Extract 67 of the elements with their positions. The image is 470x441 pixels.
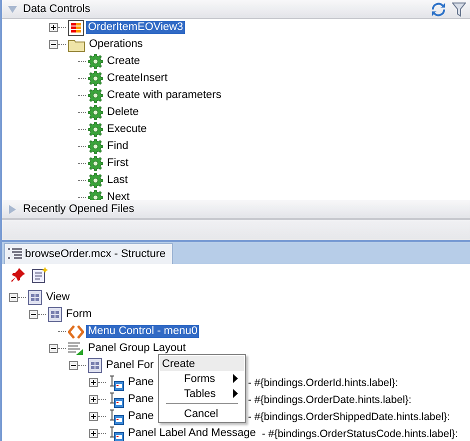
refresh-icon[interactable] <box>431 2 446 16</box>
tree-item[interactable]: Next <box>105 191 132 200</box>
expand-toggle-icon[interactable] <box>89 378 98 387</box>
filter-icon[interactable] <box>452 2 466 16</box>
expand-toggle-icon[interactable] <box>89 412 98 421</box>
panel-title: Data Controls <box>23 3 90 15</box>
menu-item[interactable]: Cancel <box>160 406 244 421</box>
menu-item[interactable]: Tables <box>160 386 244 401</box>
pushpin-icon[interactable] <box>10 267 26 283</box>
binding-expression: - #{bindings.OrderId.hints.label}: <box>248 376 398 388</box>
binding-expression: - #{bindings.OrderDate.hints.label}: <box>248 394 412 406</box>
tree-item[interactable]: Delete <box>105 106 141 119</box>
expand-toggle-icon[interactable] <box>49 23 58 32</box>
gear-icon <box>88 156 103 171</box>
tab-label: browseOrder.mcx - Structure <box>25 248 166 260</box>
tree-item[interactable]: Panel Group Layout <box>86 342 188 355</box>
panel-icon <box>88 358 102 373</box>
tree-item[interactable]: Create with parameters <box>105 89 224 102</box>
tree-item[interactable]: Pane <box>126 410 156 423</box>
panel-header[interactable]: Recently Opened Files <box>2 200 470 219</box>
tree-item[interactable]: Panel For <box>104 359 156 372</box>
panel-icon <box>48 307 62 322</box>
tab[interactable]: browseOrder.mcx - Structure <box>4 243 173 264</box>
text-field-icon <box>108 374 124 390</box>
structure-icon <box>8 248 22 260</box>
tree-item[interactable]: OrderItemEOView3 <box>86 21 186 34</box>
gear-icon <box>88 88 103 103</box>
tree-item[interactable]: View <box>44 291 72 304</box>
expand-toggle-icon[interactable] <box>89 395 98 404</box>
gear-icon <box>88 54 103 69</box>
collapse-toggle-icon[interactable] <box>49 40 58 49</box>
gear-icon <box>88 122 103 137</box>
table-icon <box>68 20 84 36</box>
panel-icon <box>28 290 42 305</box>
tree-item[interactable]: Execute <box>105 123 149 136</box>
text-field-icon <box>108 392 124 408</box>
binding-expression: - #{bindings.OrderShippedDate.hints.label}: <box>248 410 450 422</box>
gear-icon <box>88 173 103 188</box>
gear-icon <box>88 71 103 86</box>
tree-item[interactable]: Pane <box>126 393 156 406</box>
collapse-toggle-icon[interactable] <box>9 293 18 302</box>
expand-toggle-icon[interactable] <box>89 429 98 438</box>
tree-item[interactable]: CreateInsert <box>105 72 170 85</box>
folder-icon <box>68 38 85 52</box>
binding-expression: - #{bindings.OrderStatusCode.hints.label}: <box>262 428 458 440</box>
panel-title: Recently Opened Files <box>23 203 134 215</box>
layout-icon <box>68 341 84 356</box>
panel-header[interactable]: Data Controls <box>2 0 470 19</box>
collapse-toggle-icon[interactable] <box>29 310 38 319</box>
collapse-toggle-icon[interactable] <box>69 361 78 370</box>
tree-item[interactable]: Menu Control - menu0 <box>86 325 200 338</box>
gear-icon <box>88 105 103 120</box>
tree-item[interactable]: Find <box>105 140 130 153</box>
edit-document-icon[interactable] <box>32 267 48 283</box>
menu-item[interactable]: Forms <box>160 371 244 386</box>
tree-item[interactable]: First <box>105 157 130 170</box>
tree-item[interactable]: Pane <box>126 376 156 389</box>
menu-item[interactable]: Create <box>160 356 244 371</box>
text-field-icon <box>108 408 124 424</box>
tree-item[interactable]: Panel Label And Message <box>126 427 258 440</box>
tree-item[interactable]: Operations <box>87 38 145 51</box>
tree-item[interactable]: Last <box>105 174 130 187</box>
collapse-toggle-icon[interactable] <box>49 344 58 353</box>
gear-icon <box>88 139 103 154</box>
code-brackets-icon <box>68 324 84 338</box>
tree-item[interactable]: Form <box>64 308 94 321</box>
tree-item[interactable]: Create <box>105 55 142 68</box>
